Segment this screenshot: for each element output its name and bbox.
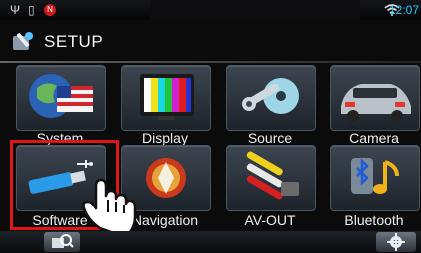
source-button[interactable] xyxy=(226,65,316,131)
bluetooth-music-icon xyxy=(351,157,399,194)
header: SETUP xyxy=(0,26,421,56)
search-button[interactable] xyxy=(44,232,80,252)
globe-flag-icon xyxy=(29,74,93,118)
wrench-disc-icon xyxy=(242,78,299,114)
phone-icon: ▯ xyxy=(28,3,35,17)
gear-icon xyxy=(387,233,405,251)
car-rear-icon xyxy=(341,84,411,122)
page-title: SETUP xyxy=(44,32,104,51)
pointing-hand-icon xyxy=(80,170,138,239)
wrench-icon xyxy=(11,30,37,54)
display-button[interactable] xyxy=(121,65,211,131)
usb-icon: Ψ xyxy=(10,3,21,17)
av-out-button[interactable] xyxy=(226,145,316,211)
camera-label: Camera xyxy=(349,130,399,146)
camera-button[interactable] xyxy=(330,65,420,131)
screen: Ψ ▯ N 12:07 SETUP System Display Source … xyxy=(0,0,421,253)
bluetooth-label: Bluetooth xyxy=(344,212,404,228)
source-label: Source xyxy=(247,130,293,146)
av-out-label: AV-OUT xyxy=(244,212,296,228)
status-bar: Ψ ▯ N 12:07 xyxy=(0,0,421,20)
clock: 12:07 xyxy=(388,3,419,17)
n-badge-icon: N xyxy=(44,4,56,16)
av-cables-icon xyxy=(246,151,299,200)
status-bar-blank xyxy=(150,0,360,20)
system-button[interactable] xyxy=(16,65,106,131)
tv-colorbars-icon xyxy=(140,74,194,120)
settings-button[interactable] xyxy=(376,232,416,252)
header-divider xyxy=(0,61,421,63)
bottom-bar xyxy=(0,231,421,253)
display-label: Display xyxy=(142,130,188,146)
search-icon xyxy=(52,234,74,248)
bluetooth-button[interactable] xyxy=(330,145,420,211)
